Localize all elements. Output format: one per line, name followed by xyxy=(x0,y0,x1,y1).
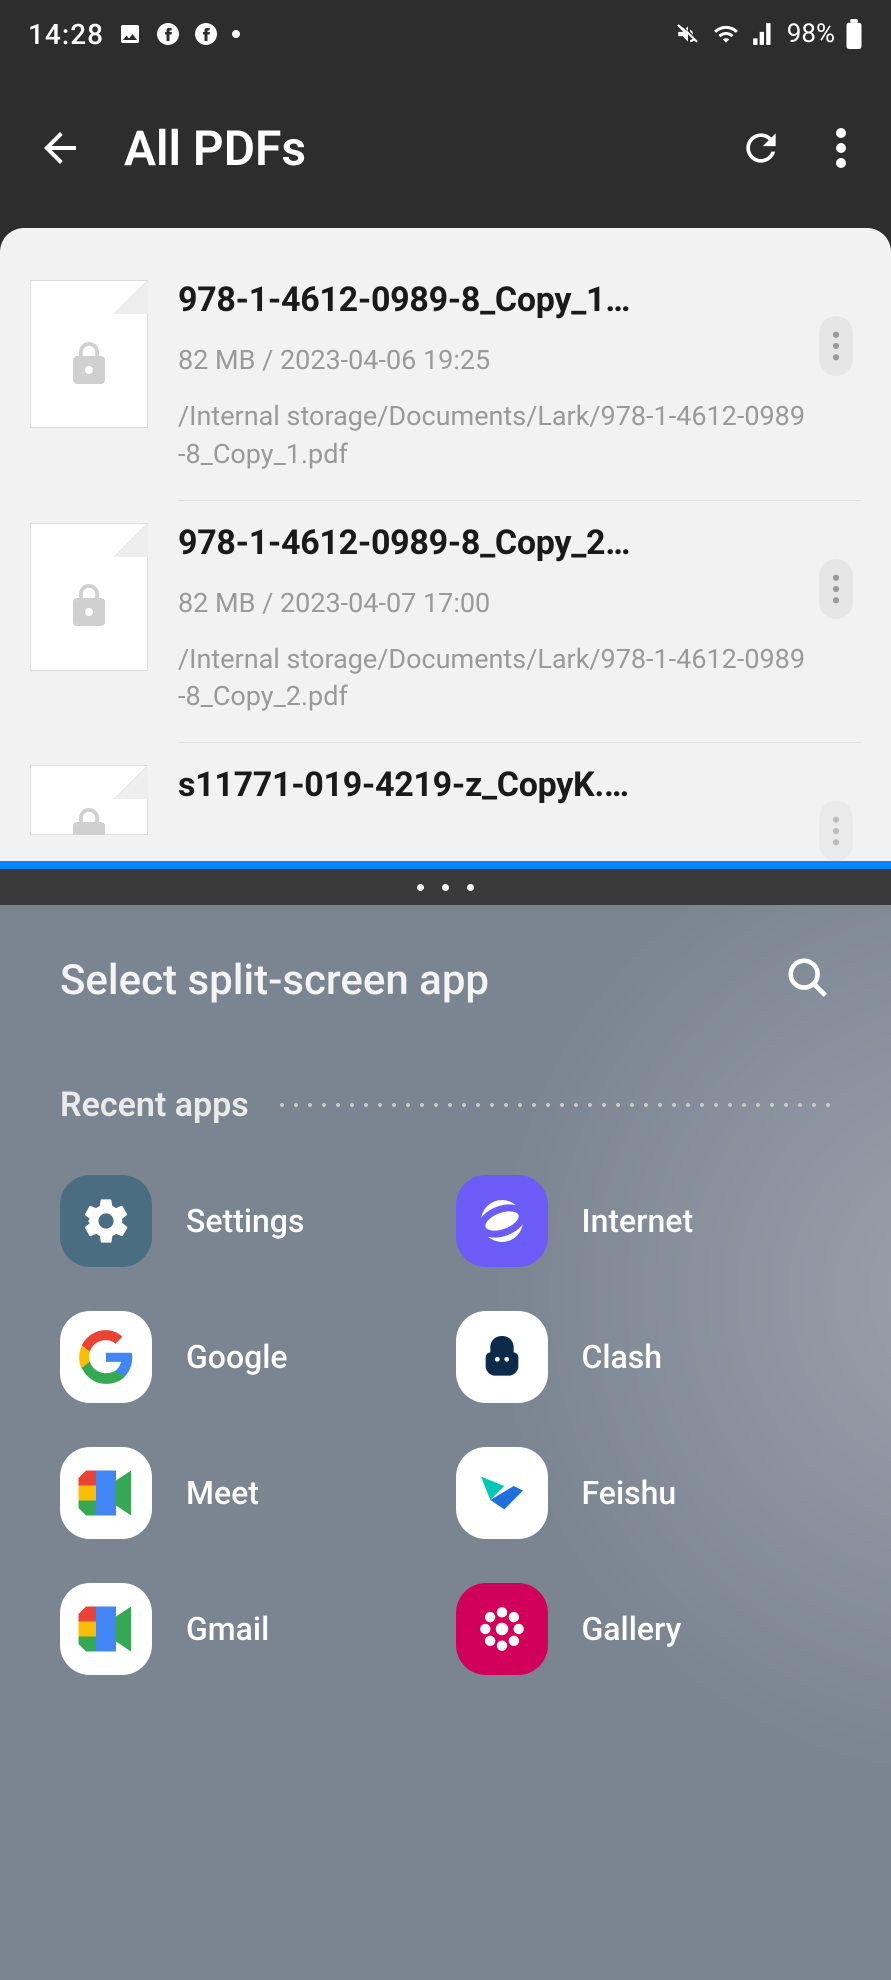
file-thumbnail-icon xyxy=(30,280,148,428)
app-label: Google xyxy=(186,1338,288,1376)
app-header: All PDFs xyxy=(0,68,891,228)
page-title: All PDFs xyxy=(124,120,731,177)
refresh-button[interactable] xyxy=(731,118,791,178)
file-name: s11771-019-4219-z_CopyK.… xyxy=(178,765,811,805)
split-handle[interactable] xyxy=(0,869,891,905)
meet-icon xyxy=(60,1447,152,1539)
feishu-icon xyxy=(456,1447,548,1539)
image-icon xyxy=(118,22,142,46)
file-path: /Internal storage/Documents/Lark/978-1-4… xyxy=(178,398,811,474)
facebook-icon xyxy=(156,22,180,46)
app-item-clash[interactable]: Clash xyxy=(456,1311,832,1403)
picker-title: Select split-screen app xyxy=(60,956,489,1005)
gallery-icon xyxy=(456,1583,548,1675)
app-label: Settings xyxy=(186,1202,304,1240)
file-name: 978-1-4612-0989-8_Copy_1… xyxy=(178,280,811,320)
section-label: Recent apps xyxy=(60,1085,249,1125)
battery-percentage: 98% xyxy=(787,19,835,49)
settings-icon xyxy=(60,1175,152,1267)
file-thumbnail-icon xyxy=(30,765,148,835)
file-name: 978-1-4612-0989-8_Copy_2… xyxy=(178,523,811,563)
file-more-button[interactable] xyxy=(811,765,861,861)
app-label: Gmail xyxy=(186,1610,269,1648)
app-item-meet[interactable]: Meet xyxy=(60,1447,436,1539)
signal-icon xyxy=(751,21,777,47)
app-label: Feishu xyxy=(582,1474,677,1512)
pdf-app-panel: All PDFs 978-1-4612-0989-8_Copy_1… 82 MB… xyxy=(0,68,891,861)
file-item[interactable]: 978-1-4612-0989-8_Copy_1… 82 MB / 2023-0… xyxy=(0,258,891,500)
file-item[interactable]: s11771-019-4219-z_CopyK.… xyxy=(0,743,891,861)
app-item-feishu[interactable]: Feishu xyxy=(456,1447,832,1539)
file-thumbnail-icon xyxy=(30,523,148,671)
file-path: /Internal storage/Documents/Lark/978-1-4… xyxy=(178,641,811,717)
file-item[interactable]: 978-1-4612-0989-8_Copy_2… 82 MB / 2023-0… xyxy=(0,501,891,743)
wifi-icon xyxy=(711,21,741,47)
app-picker-panel: Select split-screen app Recent apps Sett… xyxy=(0,905,891,1980)
google-icon xyxy=(60,1311,152,1403)
internet-icon xyxy=(456,1175,548,1267)
app-label: Internet xyxy=(582,1202,694,1240)
clash-icon xyxy=(456,1311,548,1403)
gmail-icon xyxy=(60,1583,152,1675)
app-grid: Settings Internet Google Clash Meet xyxy=(0,1155,891,1675)
mute-icon xyxy=(675,21,701,47)
app-label: Meet xyxy=(186,1474,259,1512)
notification-dot-icon xyxy=(232,30,240,38)
file-meta: 82 MB / 2023-04-07 17:00 xyxy=(178,587,811,619)
app-label: Clash xyxy=(582,1338,663,1376)
status-bar: 14:28 98% xyxy=(0,0,891,68)
facebook-icon xyxy=(194,22,218,46)
battery-icon xyxy=(845,19,863,49)
split-divider[interactable] xyxy=(0,861,891,869)
app-item-gallery[interactable]: Gallery xyxy=(456,1583,832,1675)
search-button[interactable] xyxy=(785,955,831,1005)
file-more-button[interactable] xyxy=(811,280,861,474)
section-divider xyxy=(275,1103,831,1107)
overflow-menu-button[interactable] xyxy=(821,118,861,178)
app-item-internet[interactable]: Internet xyxy=(456,1175,832,1267)
back-button[interactable] xyxy=(30,118,90,178)
app-item-gmail[interactable]: Gmail xyxy=(60,1583,436,1675)
file-meta: 82 MB / 2023-04-06 19:25 xyxy=(178,344,811,376)
app-label: Gallery xyxy=(582,1610,682,1648)
file-list: 978-1-4612-0989-8_Copy_1… 82 MB / 2023-0… xyxy=(0,228,891,861)
app-item-settings[interactable]: Settings xyxy=(60,1175,436,1267)
app-item-google[interactable]: Google xyxy=(60,1311,436,1403)
status-time: 14:28 xyxy=(28,18,104,51)
file-more-button[interactable] xyxy=(811,523,861,717)
